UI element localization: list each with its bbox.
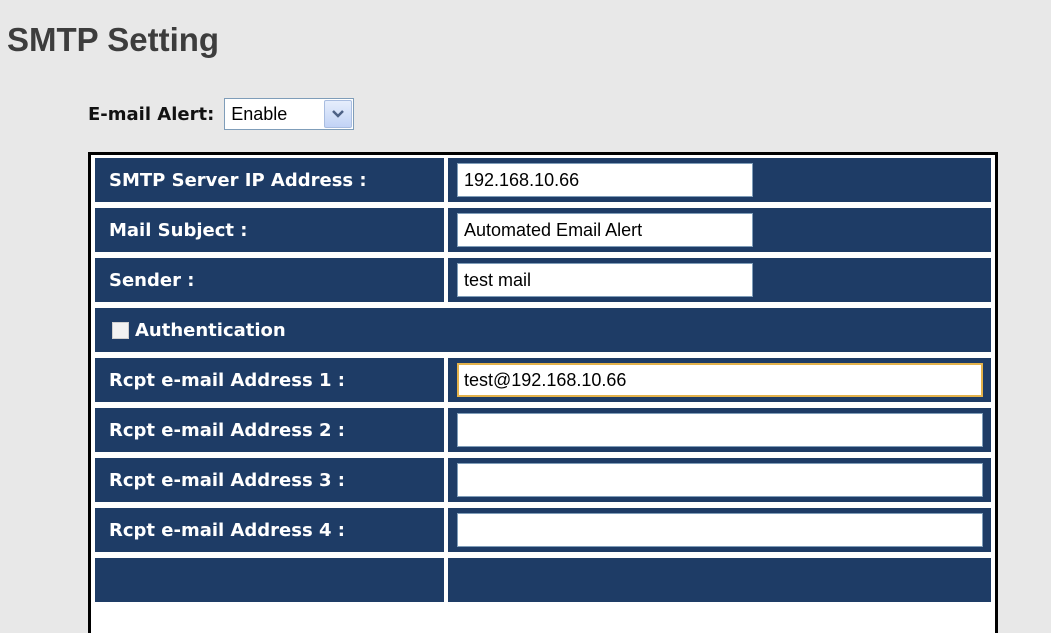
table-row-rcpt-1: Rcpt e-mail Address 1 : test@192.168.10.… — [91, 355, 995, 405]
smtp-server-label: SMTP Server IP Address : — [109, 169, 367, 191]
mail-subject-input[interactable]: Automated Email Alert — [457, 213, 753, 247]
rcpt-3-value-cell — [448, 458, 991, 502]
mail-subject-value-cell: Automated Email Alert — [448, 208, 991, 252]
authentication-cell: Authentication — [95, 308, 991, 352]
rcpt-4-email-input[interactable] — [457, 513, 983, 547]
rcpt-4-label: Rcpt e-mail Address 4 : — [109, 519, 345, 541]
smtp-setting-page: SMTP Setting E-mail Alert: Enable SMTP S… — [0, 0, 1051, 633]
partial-row-label-cell — [95, 558, 444, 602]
table-row-partial — [91, 555, 995, 605]
table-row-mail-subject: Mail Subject : Automated Email Alert — [91, 205, 995, 255]
smtp-server-value-cell: 192.168.10.66 — [448, 158, 991, 202]
smtp-server-ip-input[interactable]: 192.168.10.66 — [457, 163, 753, 197]
sender-label-cell: Sender : — [95, 258, 444, 302]
email-alert-selected-value: Enable — [231, 103, 288, 124]
mail-subject-label: Mail Subject : — [109, 219, 248, 241]
email-alert-row: E-mail Alert: Enable — [88, 93, 355, 135]
table-row-sender: Sender : test mail — [91, 255, 995, 305]
table-row-rcpt-2: Rcpt e-mail Address 2 : — [91, 405, 995, 455]
smtp-server-label-cell: SMTP Server IP Address : — [95, 158, 444, 202]
rcpt-1-label-cell: Rcpt e-mail Address 1 : — [95, 358, 444, 402]
rcpt-4-value-cell — [448, 508, 991, 552]
email-alert-select[interactable]: Enable — [224, 98, 355, 130]
rcpt-4-label-cell: Rcpt e-mail Address 4 : — [95, 508, 444, 552]
sender-label: Sender : — [109, 269, 195, 291]
rcpt-2-value-cell — [448, 408, 991, 452]
table-row-rcpt-4: Rcpt e-mail Address 4 : — [91, 505, 995, 555]
rcpt-1-email-input[interactable]: test@192.168.10.66 — [457, 363, 983, 397]
sender-input[interactable]: test mail — [457, 263, 753, 297]
partial-row-value-cell — [448, 558, 991, 602]
rcpt-2-email-input[interactable] — [457, 413, 983, 447]
rcpt-3-label-cell: Rcpt e-mail Address 3 : — [95, 458, 444, 502]
sender-value-cell: test mail — [448, 258, 991, 302]
table-row-rcpt-3: Rcpt e-mail Address 3 : — [91, 455, 995, 505]
rcpt-1-label: Rcpt e-mail Address 1 : — [109, 369, 345, 391]
rcpt-2-label: Rcpt e-mail Address 2 : — [109, 419, 345, 441]
rcpt-2-label-cell: Rcpt e-mail Address 2 : — [95, 408, 444, 452]
table-row-smtp-server: SMTP Server IP Address : 192.168.10.66 — [91, 155, 995, 205]
rcpt-1-value-cell: test@192.168.10.66 — [448, 358, 991, 402]
email-alert-label: E-mail Alert: — [88, 103, 215, 125]
authentication-checkbox[interactable] — [112, 321, 129, 339]
mail-subject-label-cell: Mail Subject : — [95, 208, 444, 252]
table-row-authentication: Authentication — [91, 305, 995, 355]
chevron-down-icon[interactable] — [324, 100, 353, 128]
smtp-settings-table: SMTP Server IP Address : 192.168.10.66 M… — [88, 152, 998, 633]
authentication-label: Authentication — [135, 319, 286, 341]
rcpt-3-email-input[interactable] — [457, 463, 983, 497]
rcpt-3-label: Rcpt e-mail Address 3 : — [109, 469, 345, 491]
page-title: SMTP Setting — [7, 21, 220, 58]
